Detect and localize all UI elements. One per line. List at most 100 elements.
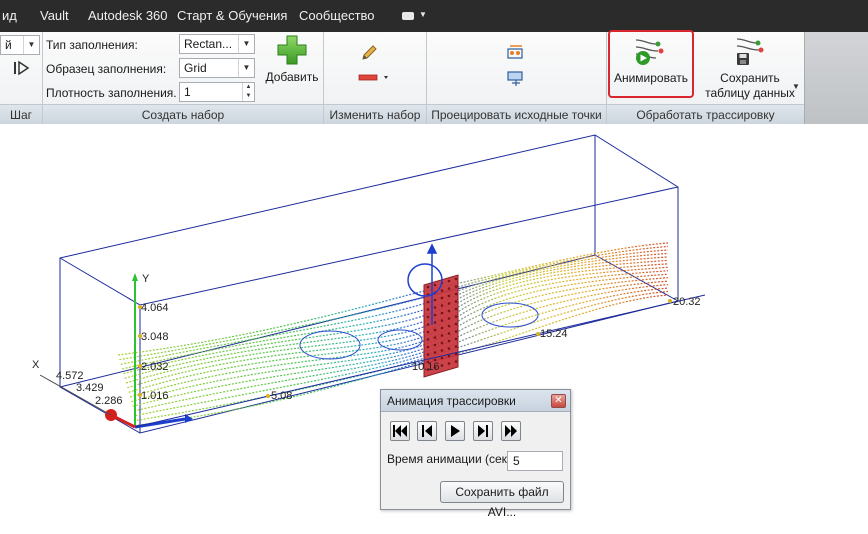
seed-point (447, 339, 451, 343)
project-points-icon[interactable] (506, 44, 526, 65)
fill-pattern-label: Образец заполнения: (46, 62, 167, 76)
x-tick: 4.572 (56, 370, 84, 382)
menu-item-vault[interactable]: Vault (40, 0, 69, 32)
fill-density-spinner[interactable]: 1 ▲ ▼ (179, 82, 255, 102)
z-tick: 10.16 (412, 361, 440, 373)
z-tick: 5.08 (271, 390, 292, 402)
y-tick: 2.032 (141, 361, 169, 373)
step-back-icon (422, 425, 432, 437)
fill-density-label: Плотность заполнения. (46, 86, 177, 100)
step-play-icon[interactable] (14, 60, 30, 78)
seed-point (433, 328, 437, 332)
animate-icon (635, 39, 664, 65)
seed-point (440, 326, 444, 330)
tick-marker (138, 364, 142, 368)
panel-title-edit-set: Изменить набор (324, 104, 426, 124)
seed-point (426, 300, 430, 304)
step-forward-icon (478, 425, 488, 437)
seed-point (426, 338, 430, 341)
remove-set-icon[interactable] (358, 72, 392, 87)
tick-marker (138, 305, 142, 309)
y-tick: 3.048 (141, 331, 169, 343)
seed-point (447, 354, 451, 358)
animate-button[interactable]: Анимировать (610, 34, 692, 86)
seed-point (440, 364, 444, 367)
chevron-down-icon[interactable]: ▼ (238, 35, 254, 53)
seed-point (454, 285, 458, 288)
seed-point (440, 311, 444, 315)
spin-down-icon[interactable]: ▼ (242, 92, 254, 101)
vortex-curl (481, 302, 539, 328)
seed-point (454, 300, 458, 303)
play-button[interactable] (445, 421, 465, 441)
camera-icon[interactable] (402, 12, 414, 20)
y-tick: 4.064 (141, 302, 169, 314)
spin-up-icon[interactable]: ▲ (242, 83, 254, 92)
x-tick: 2.286 (95, 395, 123, 407)
seed-point (454, 337, 458, 341)
tick-marker (138, 334, 142, 338)
seed-point (440, 304, 444, 307)
seed-point (447, 347, 451, 350)
seed-point (440, 356, 444, 360)
seed-point (447, 279, 451, 283)
panel-title-create-set: Создать набор (43, 104, 323, 124)
fill-pattern-combo[interactable]: Grid ▼ (179, 58, 255, 78)
seed-point (433, 306, 437, 309)
chevron-down-icon[interactable]: ▼ (23, 36, 39, 54)
ribbon-overflow-area (804, 32, 868, 124)
first-frame-button[interactable] (390, 421, 410, 441)
seed-point (454, 277, 458, 281)
seed-point (454, 345, 458, 348)
seed-point (447, 317, 451, 320)
y-tick: 1.016 (141, 390, 169, 402)
seed-point (454, 307, 458, 311)
project-points-back-icon[interactable] (506, 70, 526, 91)
seed-point (440, 296, 444, 300)
chevron-down-icon[interactable]: ▼ (419, 10, 427, 19)
fill-type-label: Тип заполнения: (46, 38, 138, 52)
menu-item-start-learning[interactable]: Старт & Обучения (177, 0, 287, 32)
step-forward-button[interactable] (473, 421, 493, 441)
tick-marker (138, 393, 142, 397)
panel-title-project-points: Проецировать исходные точки (427, 104, 606, 124)
dialog-title-bar[interactable]: Анимация трассировки ✕ (381, 390, 570, 412)
panel-title-step: Шаг (0, 104, 42, 124)
menu-item-view[interactable]: ид (2, 0, 17, 32)
seed-point (426, 330, 430, 334)
vortex-curl (377, 329, 423, 351)
seed-point (433, 283, 437, 287)
plus-icon (277, 35, 307, 65)
step-combo[interactable]: й ▼ (0, 35, 40, 55)
seed-point (433, 313, 437, 317)
step-back-button[interactable] (417, 421, 437, 441)
save-data-table-button[interactable]: Сохранить таблицу данных (700, 34, 800, 101)
bounding-box (59, 134, 679, 434)
close-button[interactable]: ✕ (551, 394, 566, 408)
save-table-icon (736, 38, 764, 65)
panel-title-process-trace: Обработать трассировку (607, 104, 804, 124)
seed-point (447, 309, 451, 313)
seed-point (440, 319, 444, 322)
seed-point (426, 285, 430, 289)
seed-point (447, 302, 451, 305)
add-button[interactable]: Добавить (262, 34, 322, 85)
pencil-icon[interactable] (360, 44, 378, 65)
save-avi-button[interactable]: Сохранить файл AVI... (440, 481, 564, 519)
streamline (129, 273, 669, 398)
animation-time-input[interactable]: 5 (507, 451, 563, 471)
menu-item-community[interactable]: Сообщество (299, 0, 375, 32)
seed-point (426, 353, 430, 356)
chevron-down-icon[interactable]: ▼ (238, 59, 254, 77)
z-tick: 15.24 (540, 328, 568, 340)
chevron-down-icon[interactable]: ▼ (792, 82, 800, 91)
tick-marker (668, 299, 672, 303)
menu-item-autodesk360[interactable]: Autodesk 360 (88, 0, 168, 32)
tick-marker (536, 332, 540, 336)
fill-type-combo[interactable]: Rectan... ▼ (179, 34, 255, 54)
fast-forward-button[interactable] (501, 421, 521, 441)
seed-point (426, 315, 430, 319)
seed-point (440, 349, 444, 352)
tick-marker (266, 394, 270, 398)
seed-point (447, 294, 451, 298)
